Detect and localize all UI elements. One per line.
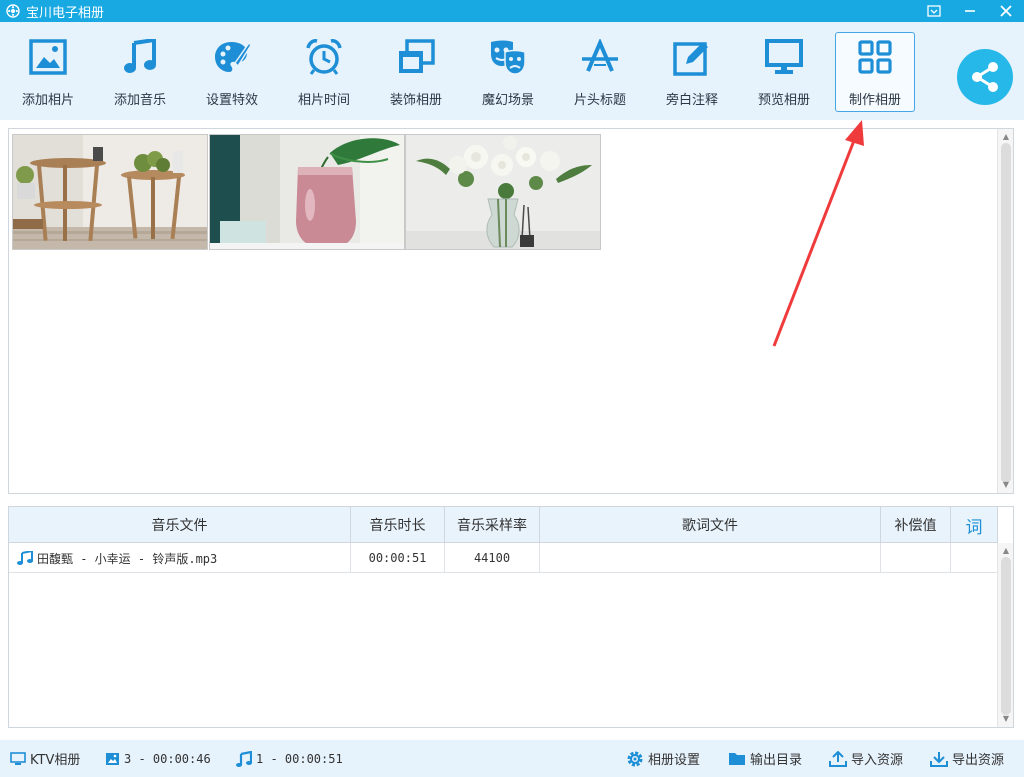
photo-time-button[interactable]: 相片时间	[284, 32, 364, 112]
lyrics-action-cell[interactable]	[951, 543, 998, 573]
minimize-icon	[965, 10, 975, 12]
window-title: 宝川电子相册	[26, 5, 105, 21]
column-header-lyrics-file[interactable]: 歌词文件	[540, 507, 881, 543]
tool-label: 添加相片	[21, 93, 74, 108]
scroll-thumb[interactable]	[1001, 143, 1011, 483]
photo-panel-scrollbar[interactable]: ▲ ▼	[997, 129, 1013, 493]
music-note-icon	[17, 551, 33, 565]
edit-note-icon	[673, 42, 708, 76]
dropdown-menu-button[interactable]	[916, 0, 952, 22]
tool-label: 魔幻场景	[481, 93, 534, 108]
share-icon	[972, 62, 998, 92]
music-summary: 1 - 00:00:51	[236, 750, 343, 767]
music-table-header: 音乐文件 音乐时长 音乐采样率 歌词文件 补偿值 词	[9, 507, 998, 543]
photo-summary-text: 3 - 00:00:46	[124, 751, 211, 766]
import-resources-label: 导入资源	[851, 753, 904, 768]
column-header-offset[interactable]: 补偿值	[881, 507, 951, 543]
mode-label: KTV相册	[30, 753, 81, 768]
grid-icon	[858, 40, 892, 74]
column-header-sample-rate[interactable]: 音乐采样率	[445, 507, 540, 543]
tool-label: 相片时间	[297, 93, 350, 108]
tool-label: 装饰相册	[389, 93, 442, 108]
alarm-clock-icon	[306, 39, 342, 75]
download-icon	[930, 751, 948, 767]
import-resources-button[interactable]: 导入资源	[829, 749, 903, 768]
status-bar: KTV相册 3 - 00:00:46 1 - 00:00:51 相册设置 输出目…	[0, 740, 1024, 777]
photo-thumbnail[interactable]	[209, 134, 405, 250]
monitor-icon	[765, 39, 803, 74]
music-summary-text: 1 - 00:00:51	[256, 751, 343, 766]
output-directory-label: 输出目录	[750, 753, 803, 768]
make-album-button[interactable]: 制作相册	[835, 32, 915, 112]
column-header-duration[interactable]: 音乐时长	[351, 507, 445, 543]
column-header-music-file[interactable]: 音乐文件	[9, 507, 351, 543]
preview-album-button[interactable]: 预览相册	[744, 32, 824, 112]
sample-rate-cell: 44100	[445, 543, 540, 573]
export-resources-button[interactable]: 导出资源	[930, 749, 1004, 768]
tool-label: 片头标题	[573, 93, 626, 108]
photo-icon	[106, 752, 119, 765]
scroll-up-icon[interactable]: ▲	[1002, 547, 1010, 555]
music-file-cell: 田馥甄 - 小幸运 - 铃声版.mp3	[9, 543, 351, 573]
lyrics-file-cell[interactable]	[540, 543, 881, 573]
music-file-name: 田馥甄 - 小幸运 - 铃声版.mp3	[37, 551, 218, 566]
tool-label: 添加音乐	[113, 93, 166, 108]
tool-label: 旁白注释	[665, 93, 718, 108]
pink-vase-photo	[210, 135, 404, 249]
duration-cell: 00:00:51	[351, 543, 445, 573]
photo-thumbnail[interactable]	[12, 134, 208, 250]
magic-scene-button[interactable]: 魔幻场景	[468, 32, 548, 112]
music-note-icon	[236, 750, 252, 767]
table-row[interactable]: 田馥甄 - 小幸运 - 铃声版.mp3 00:00:51 44100	[9, 543, 998, 573]
add-music-button[interactable]: 添加音乐	[100, 32, 180, 112]
scroll-up-icon[interactable]: ▲	[1002, 133, 1010, 141]
masks-icon	[491, 40, 526, 75]
decorate-album-button[interactable]: 装饰相册	[376, 32, 456, 112]
white-flowers-photo	[406, 135, 600, 249]
narration-note-button[interactable]: 旁白注释	[652, 32, 732, 112]
export-resources-label: 导出资源	[952, 753, 1005, 768]
photo-thumbnail[interactable]	[405, 134, 601, 250]
upload-icon	[829, 750, 847, 767]
tool-label: 设置特效	[205, 93, 258, 108]
output-directory-button[interactable]: 输出目录	[728, 749, 802, 768]
palette-icon	[215, 41, 251, 72]
dropdown-box-icon	[927, 5, 941, 17]
lyrics-icon[interactable]: 词	[951, 507, 998, 543]
tool-label: 预览相册	[757, 93, 810, 108]
set-effects-button[interactable]: 设置特效	[192, 32, 272, 112]
wooden-stools-photo	[13, 135, 207, 249]
photo-summary: 3 - 00:00:46	[105, 752, 211, 766]
close-button[interactable]	[988, 0, 1024, 22]
music-note-icon	[124, 39, 156, 73]
main-toolbar: 添加相片 添加音乐 设置特效 相片时间 装饰相册 魔幻场景 片头标题 旁白注释 …	[0, 22, 1024, 120]
gear-icon	[627, 751, 643, 766]
window-stack-icon	[399, 39, 435, 73]
app-logo-icon	[6, 4, 20, 18]
ktv-album-mode[interactable]: KTV相册	[10, 749, 80, 768]
scroll-down-icon[interactable]: ▼	[1002, 481, 1010, 489]
add-photo-button[interactable]: 添加相片	[8, 32, 88, 112]
opening-title-button[interactable]: 片头标题	[560, 32, 640, 112]
add-photo-icon	[29, 39, 67, 75]
title-bar: 宝川电子相册	[0, 0, 1024, 22]
tool-label: 制作相册	[848, 93, 901, 108]
folder-icon	[729, 753, 745, 765]
minimize-button[interactable]	[952, 0, 988, 22]
title-a-icon	[582, 39, 618, 72]
music-table: 音乐文件 音乐时长 音乐采样率 歌词文件 补偿值 词 田馥甄 - 小幸运 - 铃…	[8, 506, 1014, 728]
scroll-thumb[interactable]	[1001, 557, 1011, 715]
scroll-down-icon[interactable]: ▼	[1002, 715, 1010, 723]
album-settings-label: 相册设置	[648, 753, 701, 768]
offset-cell[interactable]	[881, 543, 951, 573]
photo-list-panel[interactable]: ▲ ▼	[8, 128, 1014, 494]
album-settings-button[interactable]: 相册设置	[626, 749, 700, 768]
monitor-icon	[10, 751, 26, 765]
music-table-scrollbar[interactable]: ▲ ▼	[997, 543, 1013, 727]
close-icon	[1000, 5, 1012, 17]
share-button[interactable]	[957, 49, 1013, 105]
